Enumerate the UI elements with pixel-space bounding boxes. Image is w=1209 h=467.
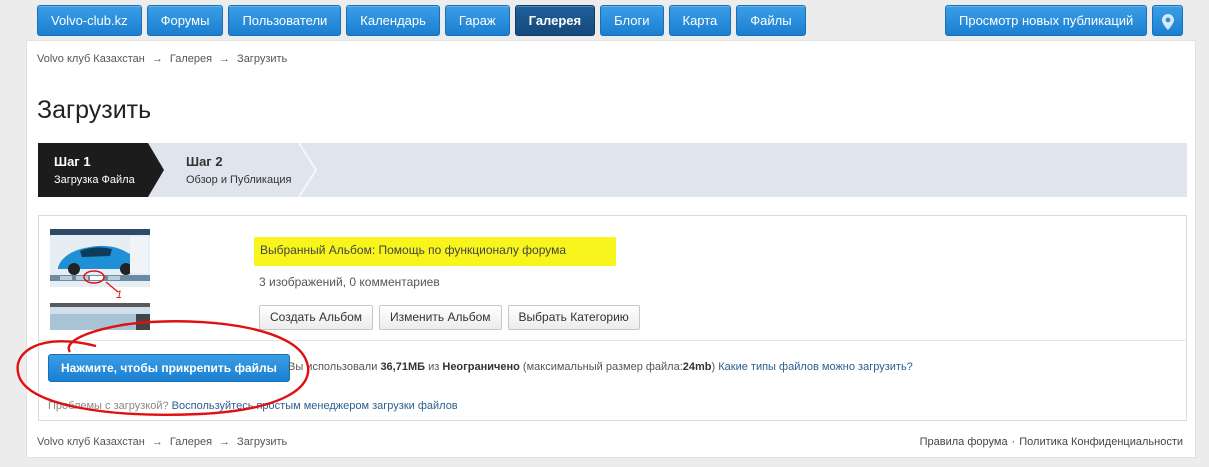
thumbnail-image	[50, 303, 150, 330]
page-title: Загрузить	[37, 96, 152, 124]
breadcrumb-separator: →	[151, 436, 163, 448]
step-1: Шаг 1 Загрузка Файла	[38, 143, 148, 197]
simple-uploader-link[interactable]: Воспользуйтесь простым менеджером загруз…	[172, 400, 458, 412]
new-posts-button[interactable]: Просмотр новых публикаций	[945, 5, 1148, 36]
max-size-suffix: )	[711, 361, 716, 373]
album-title: Выбранный Альбом: Помощь по функционалу …	[260, 243, 567, 257]
select-category-button[interactable]: Выбрать Категорию	[507, 305, 640, 330]
breadcrumb-separator: →	[219, 53, 231, 65]
step-2-chevron	[298, 143, 318, 197]
breadcrumb-current: Загрузить	[237, 53, 288, 65]
nav-right: Просмотр новых публикаций	[945, 5, 1184, 36]
album-actions: Создать Альбом Изменить Альбом Выбрать К…	[259, 305, 646, 330]
privacy-policy-link[interactable]: Политика Конфиденциальности	[1019, 436, 1183, 448]
usage-prefix: Вы использовали	[288, 361, 378, 373]
attach-files-button[interactable]: Нажмите, чтобы прикрепить файлы	[48, 354, 290, 382]
nav-home[interactable]: Volvo-club.kz	[37, 5, 142, 36]
nav-garage[interactable]: Гараж	[444, 5, 510, 36]
album-thumbnail-2[interactable]	[50, 303, 150, 330]
nav-gallery[interactable]: Галерея	[514, 5, 596, 36]
nav-users[interactable]: Пользователи	[228, 5, 342, 36]
footer-links: Правила форума · Политика Конфиденциальнос…	[920, 436, 1183, 448]
album-meta: 3 изображений, 0 комментариев	[259, 275, 440, 289]
max-size-value: 24mb	[682, 361, 712, 373]
album-title-highlight: Выбранный Альбом: Помощь по функционалу …	[254, 237, 616, 266]
upload-problem: Проблемы с загрузкой? Воспользуйтесь про…	[48, 400, 458, 412]
location-button[interactable]	[1152, 5, 1184, 36]
nav-map[interactable]: Карта	[668, 5, 732, 36]
edit-album-button[interactable]: Изменить Альбом	[379, 305, 502, 330]
step-2-title: Шаг 2	[186, 154, 223, 169]
divider	[39, 340, 1186, 341]
main-nav: Volvo-club.kz Форумы Пользователи Календ…	[37, 5, 811, 36]
breadcrumb-separator: →	[151, 53, 163, 65]
wizard-steps: Шаг 1 Загрузка Файла Шаг 2 Обзор и Публи…	[38, 143, 1187, 197]
car-image	[50, 229, 150, 287]
footer-dot: ·	[1011, 436, 1016, 448]
breadcrumb-home[interactable]: Volvo клуб Казахстан	[37, 53, 145, 65]
step-1-arrow	[148, 143, 164, 197]
breadcrumb-separator: →	[219, 436, 231, 448]
usage-limit: Неограничено	[442, 361, 520, 373]
main-panel: Volvo клуб Казахстан → Галерея → Загрузи…	[26, 40, 1196, 458]
breadcrumb-gallery[interactable]: Галерея	[170, 436, 212, 448]
nav-calendar[interactable]: Календарь	[346, 5, 440, 36]
file-types-link[interactable]: Какие типы файлов можно загрузить?	[718, 361, 913, 373]
upload-box: Выбранный Альбом: Помощь по функционалу …	[38, 215, 1187, 421]
usage-used: 36,71МБ	[380, 361, 426, 373]
breadcrumb-bottom: Volvo клуб Казахстан → Галерея → Загрузи…	[37, 436, 287, 448]
album-thumbnail[interactable]	[50, 229, 150, 287]
forum-rules-link[interactable]: Правила форума	[920, 436, 1008, 448]
breadcrumb-current: Загрузить	[237, 436, 288, 448]
step-1-subtitle: Загрузка Файла	[54, 174, 135, 186]
create-album-button[interactable]: Создать Альбом	[259, 305, 373, 330]
nav-files[interactable]: Файлы	[736, 5, 806, 36]
step-2-subtitle: Обзор и Публикация	[186, 174, 292, 186]
usage-info: Вы использовали 36,71МБ из Неограничено …	[288, 361, 913, 373]
step-1-title: Шаг 1	[54, 154, 91, 169]
usage-of: из	[428, 361, 440, 373]
problem-text: Проблемы с загрузкой?	[48, 400, 169, 412]
breadcrumb-gallery[interactable]: Галерея	[170, 53, 212, 65]
nav-forums[interactable]: Форумы	[146, 5, 224, 36]
breadcrumb: Volvo клуб Казахстан → Галерея → Загрузи…	[37, 53, 287, 65]
map-pin-icon	[1161, 13, 1174, 30]
max-size-prefix: (максимальный размер файла:	[522, 361, 683, 373]
nav-blogs[interactable]: Блоги	[600, 5, 664, 36]
breadcrumb-home[interactable]: Volvo клуб Казахстан	[37, 436, 145, 448]
